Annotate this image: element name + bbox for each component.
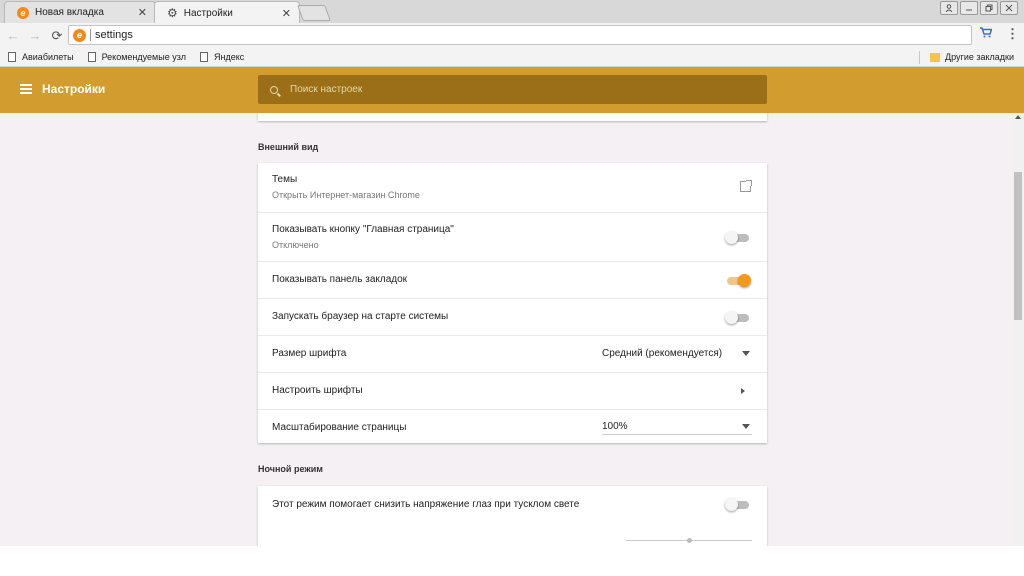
bookmark-item[interactable]: Яндекс [199, 52, 245, 62]
select-value: Средний (рекомендуется) [602, 348, 723, 359]
font-size-select[interactable]: Средний (рекомендуется) [602, 348, 752, 361]
page-icon [87, 52, 96, 62]
row-label: Размер шрифта [272, 348, 347, 359]
slider-thumb[interactable] [686, 538, 692, 543]
bookmark-label: Рекомендуемые узл [101, 52, 186, 62]
url-text[interactable]: settings [95, 29, 133, 41]
page-icon [8, 52, 16, 62]
row-night-mode[interactable]: Этот режим помогает снизить напряжение г… [258, 486, 767, 524]
night-mode-card: Этот режим помогает снизить напряжение г… [258, 486, 767, 546]
new-tab-button[interactable] [297, 5, 331, 21]
tab-settings[interactable]: ⚙ Настройки ✕ [154, 1, 300, 24]
folder-icon [930, 52, 941, 62]
select-value: 100% [602, 421, 628, 432]
close-icon[interactable]: ✕ [138, 6, 147, 19]
more-vert-icon[interactable]: ⋮ [1006, 26, 1019, 42]
arrow-drop-down-icon [742, 351, 750, 356]
toggle-knob [725, 311, 738, 324]
close-window-icon[interactable] [1000, 1, 1018, 15]
row-label: Запускать браузер на старте системы [272, 311, 449, 322]
bookmark-label: Яндекс [213, 52, 245, 62]
startup-toggle[interactable] [725, 311, 749, 324]
user-icon[interactable] [940, 1, 958, 15]
row-sublabel: Отключено [272, 240, 319, 250]
menu-icon[interactable] [20, 84, 32, 94]
row-label: Темы [272, 174, 298, 185]
section-title-appearance: Внешний вид [258, 142, 319, 152]
home-button-toggle[interactable] [725, 231, 749, 244]
divider [919, 51, 920, 64]
restore-icon[interactable] [980, 1, 998, 15]
row-label: Показывать панель закладок [272, 274, 408, 285]
other-bookmarks-label: Другие закладки [945, 52, 1014, 62]
toggle-knob [725, 231, 738, 244]
row-home-button[interactable]: Показывать кнопку "Главная страница" Отк… [258, 212, 767, 261]
row-label: Показывать кнопку "Главная страница" [272, 224, 454, 235]
row-label: Настроить шрифты [272, 385, 363, 396]
row-color-temperature [258, 524, 767, 546]
divider [90, 29, 91, 41]
scroll-up-arrow-icon[interactable] [1015, 115, 1021, 119]
open-in-new-icon[interactable] [740, 180, 752, 192]
window-controls [940, 1, 1018, 15]
tab-title: Настройки [183, 7, 233, 19]
cart-icon[interactable] [980, 27, 993, 41]
toggle-knob [725, 498, 738, 511]
reload-icon[interactable]: ⟳ [48, 28, 66, 44]
forward-arrow-icon[interactable]: → [26, 28, 44, 43]
section-title-night-mode: Ночной режим [258, 464, 323, 474]
page-icon [199, 52, 208, 62]
bookmark-label: Авиабилеты [22, 52, 74, 62]
row-page-zoom: Масштабирование страницы 100% [258, 409, 767, 443]
search-input[interactable] [290, 84, 690, 95]
tab-title: Новая вкладка [35, 7, 104, 18]
bookmarks-bar: Авиабилеты Рекомендуемые узл Яндекс Друг… [0, 48, 1024, 67]
zoom-select[interactable]: 100% [602, 421, 752, 435]
browser-e-icon: e [17, 6, 29, 19]
settings-content: Внешний вид Темы Открыть Интернет-магази… [0, 113, 1012, 546]
chevron-right-icon [741, 388, 745, 394]
appearance-card: Темы Открыть Интернет-магазин Chrome Пок… [258, 163, 767, 443]
close-icon[interactable]: ✕ [282, 7, 291, 20]
bookmarks-bar-toggle[interactable] [727, 274, 751, 287]
search-icon [270, 85, 278, 94]
bookmark-item[interactable]: Авиабилеты [8, 52, 74, 62]
color-temperature-slider[interactable] [626, 538, 752, 543]
tab-new-tab[interactable]: e Новая вкладка ✕ [4, 1, 156, 23]
row-label: Этот режим помогает снизить напряжение г… [272, 499, 580, 510]
address-bar[interactable]: e settings [68, 25, 972, 45]
toolbar: ← → ⟳ e settings [0, 23, 1024, 48]
row-themes[interactable]: Темы Открыть Интернет-магазин Chrome [258, 163, 767, 212]
row-font-size: Размер шрифта Средний (рекомендуется) [258, 335, 767, 372]
settings-header: Настройки [0, 67, 1024, 113]
row-sublabel: Открыть Интернет-магазин Chrome [272, 190, 420, 200]
arrow-drop-down-icon [742, 424, 750, 429]
row-customize-fonts[interactable]: Настроить шрифты [258, 372, 767, 409]
scrollbar-thumb[interactable] [1014, 172, 1022, 320]
row-label: Масштабирование страницы [272, 422, 407, 433]
back-arrow-icon[interactable]: ← [4, 28, 22, 43]
toggle-knob [738, 274, 751, 287]
browser-e-icon: e [73, 28, 86, 42]
tab-strip: e Новая вкладка ✕ ⚙ Настройки ✕ [0, 0, 1024, 24]
bookmark-item[interactable]: Рекомендуемые узл [87, 52, 186, 62]
gear-icon: ⚙ [167, 6, 178, 20]
other-bookmarks[interactable]: Другие закладки [930, 52, 1014, 62]
scrollbar[interactable] [1012, 113, 1024, 546]
minimize-icon[interactable] [960, 1, 978, 15]
row-startup[interactable]: Запускать браузер на старте системы [258, 298, 767, 335]
settings-card [258, 113, 767, 121]
settings-search[interactable] [258, 75, 767, 104]
bottom-strip [0, 546, 1024, 576]
night-mode-toggle[interactable] [725, 498, 749, 511]
row-bookmarks-bar[interactable]: Показывать панель закладок [258, 261, 767, 298]
page-title: Настройки [42, 82, 106, 96]
